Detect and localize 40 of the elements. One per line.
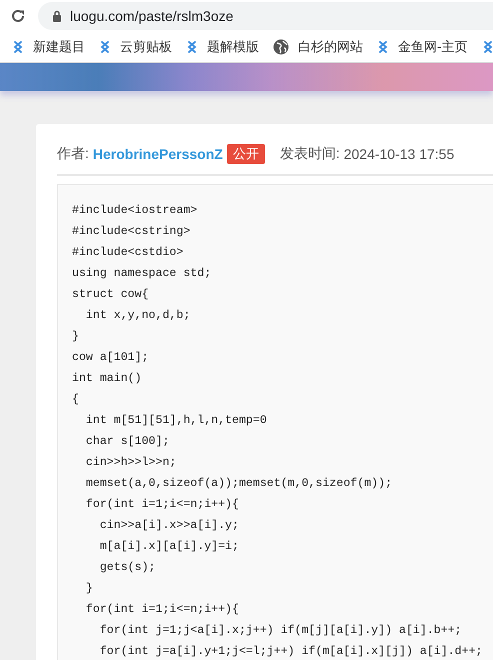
bookmark[interactable]: 金鱼网-主页 bbox=[377, 38, 468, 56]
bookmark[interactable]: 云剪贴板 bbox=[99, 38, 172, 56]
code-line: m[a[i].x][a[i].y]=i; bbox=[98, 539, 240, 555]
code-line: int m[51][51],h,l,n,temp=0 bbox=[84, 413, 268, 429]
code-line: #include<iostream> bbox=[72, 203, 198, 219]
code-line: struct cow{ bbox=[72, 287, 150, 303]
code-line: for(int j=1;j<a[i].x;j++) if(m[j][a[i].y]) a[i].b++; bbox=[98, 623, 463, 639]
globe-icon[interactable] bbox=[273, 38, 289, 54]
bookmark[interactable]: 白杉的网站 bbox=[273, 38, 363, 56]
code-line: int main() bbox=[72, 371, 143, 387]
address-bar[interactable]: luogu.com/paste/rslm3oze bbox=[38, 2, 493, 30]
time-label: 发表时间: bbox=[280, 145, 340, 163]
post-time: 2024-10-13 17:55 bbox=[344, 146, 454, 162]
visibility-badge: 公开 bbox=[226, 144, 265, 164]
code-line: } bbox=[84, 581, 94, 597]
code-line: cow a[101]; bbox=[72, 350, 150, 366]
code-line: { bbox=[72, 392, 80, 408]
lock-icon bbox=[52, 10, 62, 22]
reload-icon[interactable] bbox=[10, 8, 26, 24]
code-line: char s[100]; bbox=[84, 434, 170, 450]
luogu-icon[interactable] bbox=[482, 40, 493, 54]
code-line: memset(a,0,sizeof(a));memset(m,0,sizeof(m)); bbox=[84, 476, 394, 492]
author-label: 作者: bbox=[57, 145, 89, 163]
code-line: gets(s); bbox=[98, 560, 156, 576]
luogu-icon[interactable] bbox=[99, 40, 111, 54]
code-line: } bbox=[72, 329, 80, 345]
bookmark[interactable]: 题解模版 bbox=[186, 38, 259, 56]
code-line: using namespace std; bbox=[72, 266, 212, 282]
luogu-icon[interactable] bbox=[377, 40, 389, 54]
bookmark[interactable]: 新建题目 bbox=[12, 38, 85, 56]
code-line: for(int j=a[i].y+1;j<=l;j++) if(m[a[i].x][j]) a[i].d++; bbox=[98, 644, 484, 660]
code-line: #include<cstring> bbox=[72, 224, 192, 240]
luogu-icon[interactable] bbox=[186, 40, 198, 54]
code-line: #include<cstdio> bbox=[72, 245, 184, 261]
luogu-icon[interactable] bbox=[12, 40, 24, 54]
code-line: cin>>h>>l>>n; bbox=[84, 455, 178, 471]
code-line: for(int i=1;i<=n;i++){ bbox=[84, 497, 240, 513]
code-line: for(int i=1;i<=n;i++){ bbox=[84, 602, 240, 618]
code-line: cin>>a[i].x>>a[i].y; bbox=[98, 518, 240, 534]
code-line: int x,y,no,d,b; bbox=[84, 308, 192, 324]
